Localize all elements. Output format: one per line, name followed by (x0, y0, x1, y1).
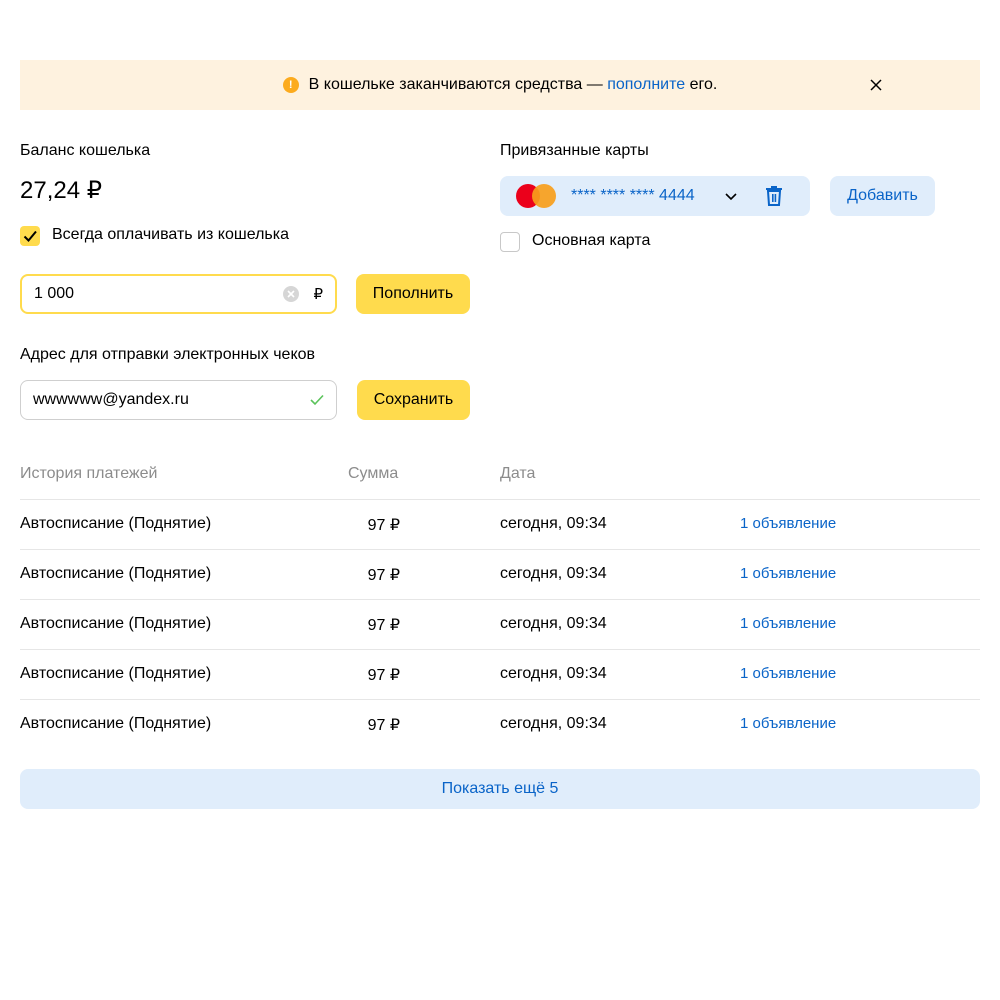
row-date: сегодня, 09:34 (500, 615, 607, 632)
banner-topup-link[interactable]: пополните (607, 76, 685, 94)
row-ad-link[interactable]: 1 объявление (740, 565, 836, 582)
row-amount: 97 ₽ (367, 617, 400, 634)
table-row: Автосписание (Поднятие) 97 ₽ сегодня, 09… (20, 649, 980, 699)
row-ad-link[interactable]: 1 объявление (740, 715, 836, 732)
table-row: Автосписание (Поднятие) 97 ₽ сегодня, 09… (20, 699, 980, 749)
row-ad-link[interactable]: 1 объявление (740, 665, 836, 682)
banner-text-after: его. (685, 76, 718, 93)
topup-amount-input[interactable]: 1 000 ₽ (20, 274, 337, 314)
trash-icon[interactable] (765, 186, 783, 206)
table-row: Автосписание (Поднятие) 97 ₽ сегодня, 09… (20, 499, 980, 549)
wallet-balance-title: Баланс кошелька (20, 142, 151, 159)
row-date: сегодня, 09:34 (500, 665, 607, 682)
history-header-description: История платежей (20, 465, 158, 482)
table-row: Автосписание (Поднятие) 97 ₽ сегодня, 09… (20, 599, 980, 649)
row-amount: 97 ₽ (367, 517, 400, 534)
currency-symbol: ₽ (313, 286, 323, 303)
topup-amount-value[interactable]: 1 000 (34, 285, 283, 303)
receipts-title: Адрес для отправки электронных чеков (20, 346, 316, 363)
row-amount: 97 ₽ (367, 667, 400, 684)
banner-text-before: В кошельке заканчиваются средства — (308, 76, 608, 93)
email-field[interactable]: wwwwww@yandex.ru (20, 380, 337, 420)
success-check-icon (310, 394, 324, 406)
clear-icon[interactable] (283, 286, 300, 302)
close-icon[interactable] (869, 78, 883, 92)
check-icon (23, 230, 37, 242)
mastercard-logo (516, 184, 556, 208)
row-amount: 97 ₽ (367, 717, 400, 734)
banner-message: ! В кошельке заканчиваются средства — по… (282, 76, 718, 94)
add-card-button[interactable]: Добавить (830, 176, 935, 216)
always-pay-checkbox[interactable] (20, 226, 40, 246)
wallet-balance-value: 27,24 ₽ (20, 177, 102, 204)
warning-icon: ! (282, 77, 299, 93)
save-email-button[interactable]: Сохранить (357, 380, 470, 420)
table-row: Автосписание (Поднятие) 97 ₽ сегодня, 09… (20, 549, 980, 599)
main-card-checkbox[interactable] (500, 232, 520, 252)
main-card-label[interactable]: Основная карта (532, 232, 650, 250)
row-date: сегодня, 09:34 (500, 515, 607, 532)
row-amount: 97 ₽ (367, 567, 400, 584)
history-header-date: Дата (500, 465, 536, 482)
linked-cards-title: Привязанные карты (500, 142, 649, 159)
row-ad-link[interactable]: 1 объявление (740, 615, 836, 632)
row-date: сегодня, 09:34 (500, 565, 607, 582)
card-select[interactable]: **** **** **** 4444 (500, 176, 810, 216)
card-number: **** **** **** 4444 (571, 187, 695, 204)
row-date: сегодня, 09:34 (500, 715, 607, 732)
email-value[interactable]: wwwwww@yandex.ru (33, 391, 310, 409)
show-more-button[interactable]: Показать ещё 5 (20, 769, 980, 809)
chevron-down-icon[interactable] (723, 188, 739, 204)
row-ad-link[interactable]: 1 объявление (740, 515, 836, 532)
low-balance-banner: ! В кошельке заканчиваются средства — по… (20, 60, 980, 110)
always-pay-label[interactable]: Всегда оплачивать из кошелька (52, 226, 289, 244)
topup-button[interactable]: Пополнить (356, 274, 470, 314)
history-header-amount: Сумма (348, 465, 399, 482)
